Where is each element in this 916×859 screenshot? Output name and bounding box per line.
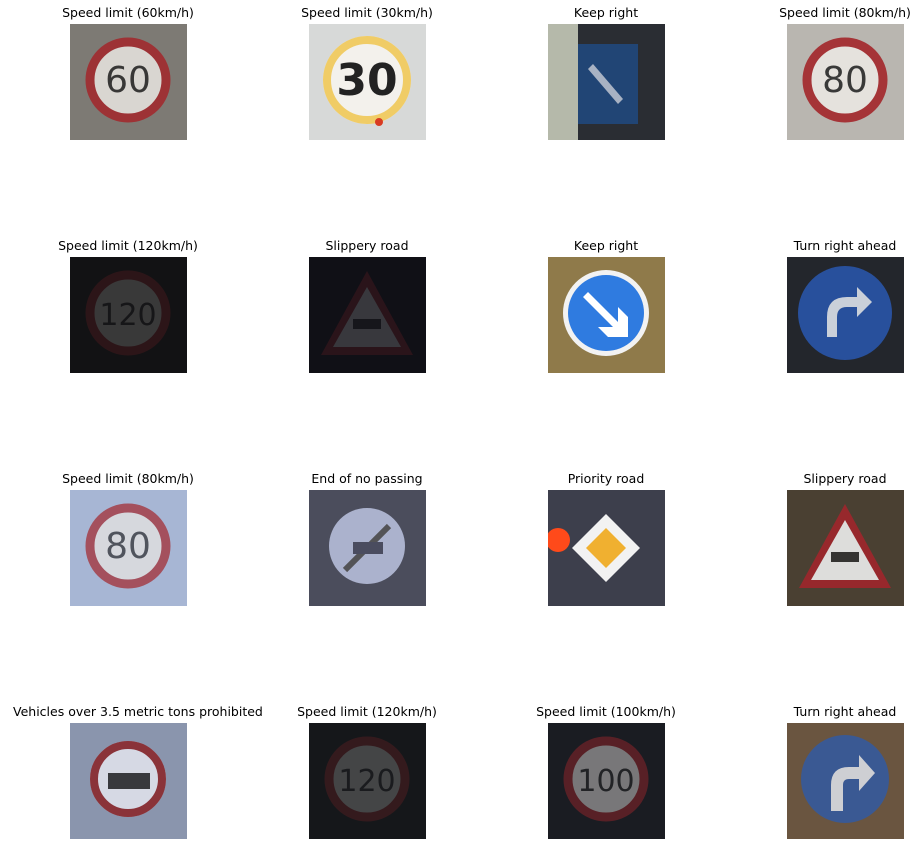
sign-image — [787, 257, 904, 373]
sign-image: 100 — [548, 723, 665, 839]
sign-cell: Speed limit (80km/h) 80 — [13, 466, 243, 626]
sign-cell: Speed limit (30km/h) 30 — [252, 0, 482, 160]
sign-image: 80 — [787, 24, 904, 140]
sign-cell: Speed limit (100km/h) 100 — [491, 699, 721, 859]
sign-cell: Slippery road — [730, 466, 916, 626]
sign-image: 30 — [309, 24, 426, 140]
sign-cell: Speed limit (120km/h) 120 — [252, 699, 482, 859]
sign-image — [787, 490, 904, 606]
sign-image — [309, 490, 426, 606]
svg-text:120: 120 — [99, 298, 156, 333]
sign-title: Turn right ahead — [793, 704, 897, 719]
sign-title: Speed limit (60km/h) — [62, 5, 194, 20]
sign-title: Speed limit (80km/h) — [779, 5, 911, 20]
sign-cell: Vehicles over 3.5 metric tons prohibited — [13, 699, 263, 859]
sign-cell: Keep right — [491, 233, 721, 393]
sign-image: 120 — [309, 723, 426, 839]
sign-title: Keep right — [573, 238, 639, 253]
sign-image: 120 — [70, 257, 187, 373]
sign-cell: Speed limit (80km/h) 80 — [730, 0, 916, 160]
sign-image — [548, 490, 665, 606]
sign-image — [548, 257, 665, 373]
sign-title: Turn right ahead — [793, 238, 897, 253]
sign-cell: End of no passing — [252, 466, 482, 626]
sign-title: Speed limit (80km/h) — [62, 471, 194, 486]
svg-text:80: 80 — [105, 526, 151, 567]
sign-title: Speed limit (30km/h) — [301, 5, 433, 20]
sign-image: 80 — [70, 490, 187, 606]
sign-title: Priority road — [567, 471, 645, 486]
sign-cell: Turn right ahead — [730, 233, 916, 393]
sign-title: Slippery road — [325, 238, 409, 253]
sign-cell: Speed limit (120km/h) 120 — [13, 233, 243, 393]
svg-text:120: 120 — [338, 764, 395, 799]
sign-image: 60 — [70, 24, 187, 140]
svg-text:80: 80 — [822, 60, 868, 101]
sign-image — [70, 723, 187, 839]
sign-cell: Speed limit (60km/h) 60 — [13, 0, 243, 160]
sign-image — [548, 24, 665, 140]
sign-cell: Slippery road — [252, 233, 482, 393]
sign-title: Speed limit (120km/h) — [297, 704, 437, 719]
sign-image — [787, 723, 904, 839]
sign-title: Keep right — [573, 5, 639, 20]
svg-text:60: 60 — [105, 60, 151, 101]
sign-cell: Keep right — [491, 0, 721, 160]
svg-text:30: 30 — [336, 55, 397, 106]
sign-image — [309, 257, 426, 373]
sign-title: Vehicles over 3.5 metric tons prohibited — [13, 704, 263, 719]
sign-cell: Priority road — [491, 466, 721, 626]
sign-title: Speed limit (120km/h) — [58, 238, 198, 253]
sign-title: Speed limit (100km/h) — [536, 704, 676, 719]
sign-cell: Turn right ahead — [730, 699, 916, 859]
svg-text:100: 100 — [577, 764, 634, 799]
sign-title: Slippery road — [803, 471, 887, 486]
sign-title: End of no passing — [311, 471, 423, 486]
